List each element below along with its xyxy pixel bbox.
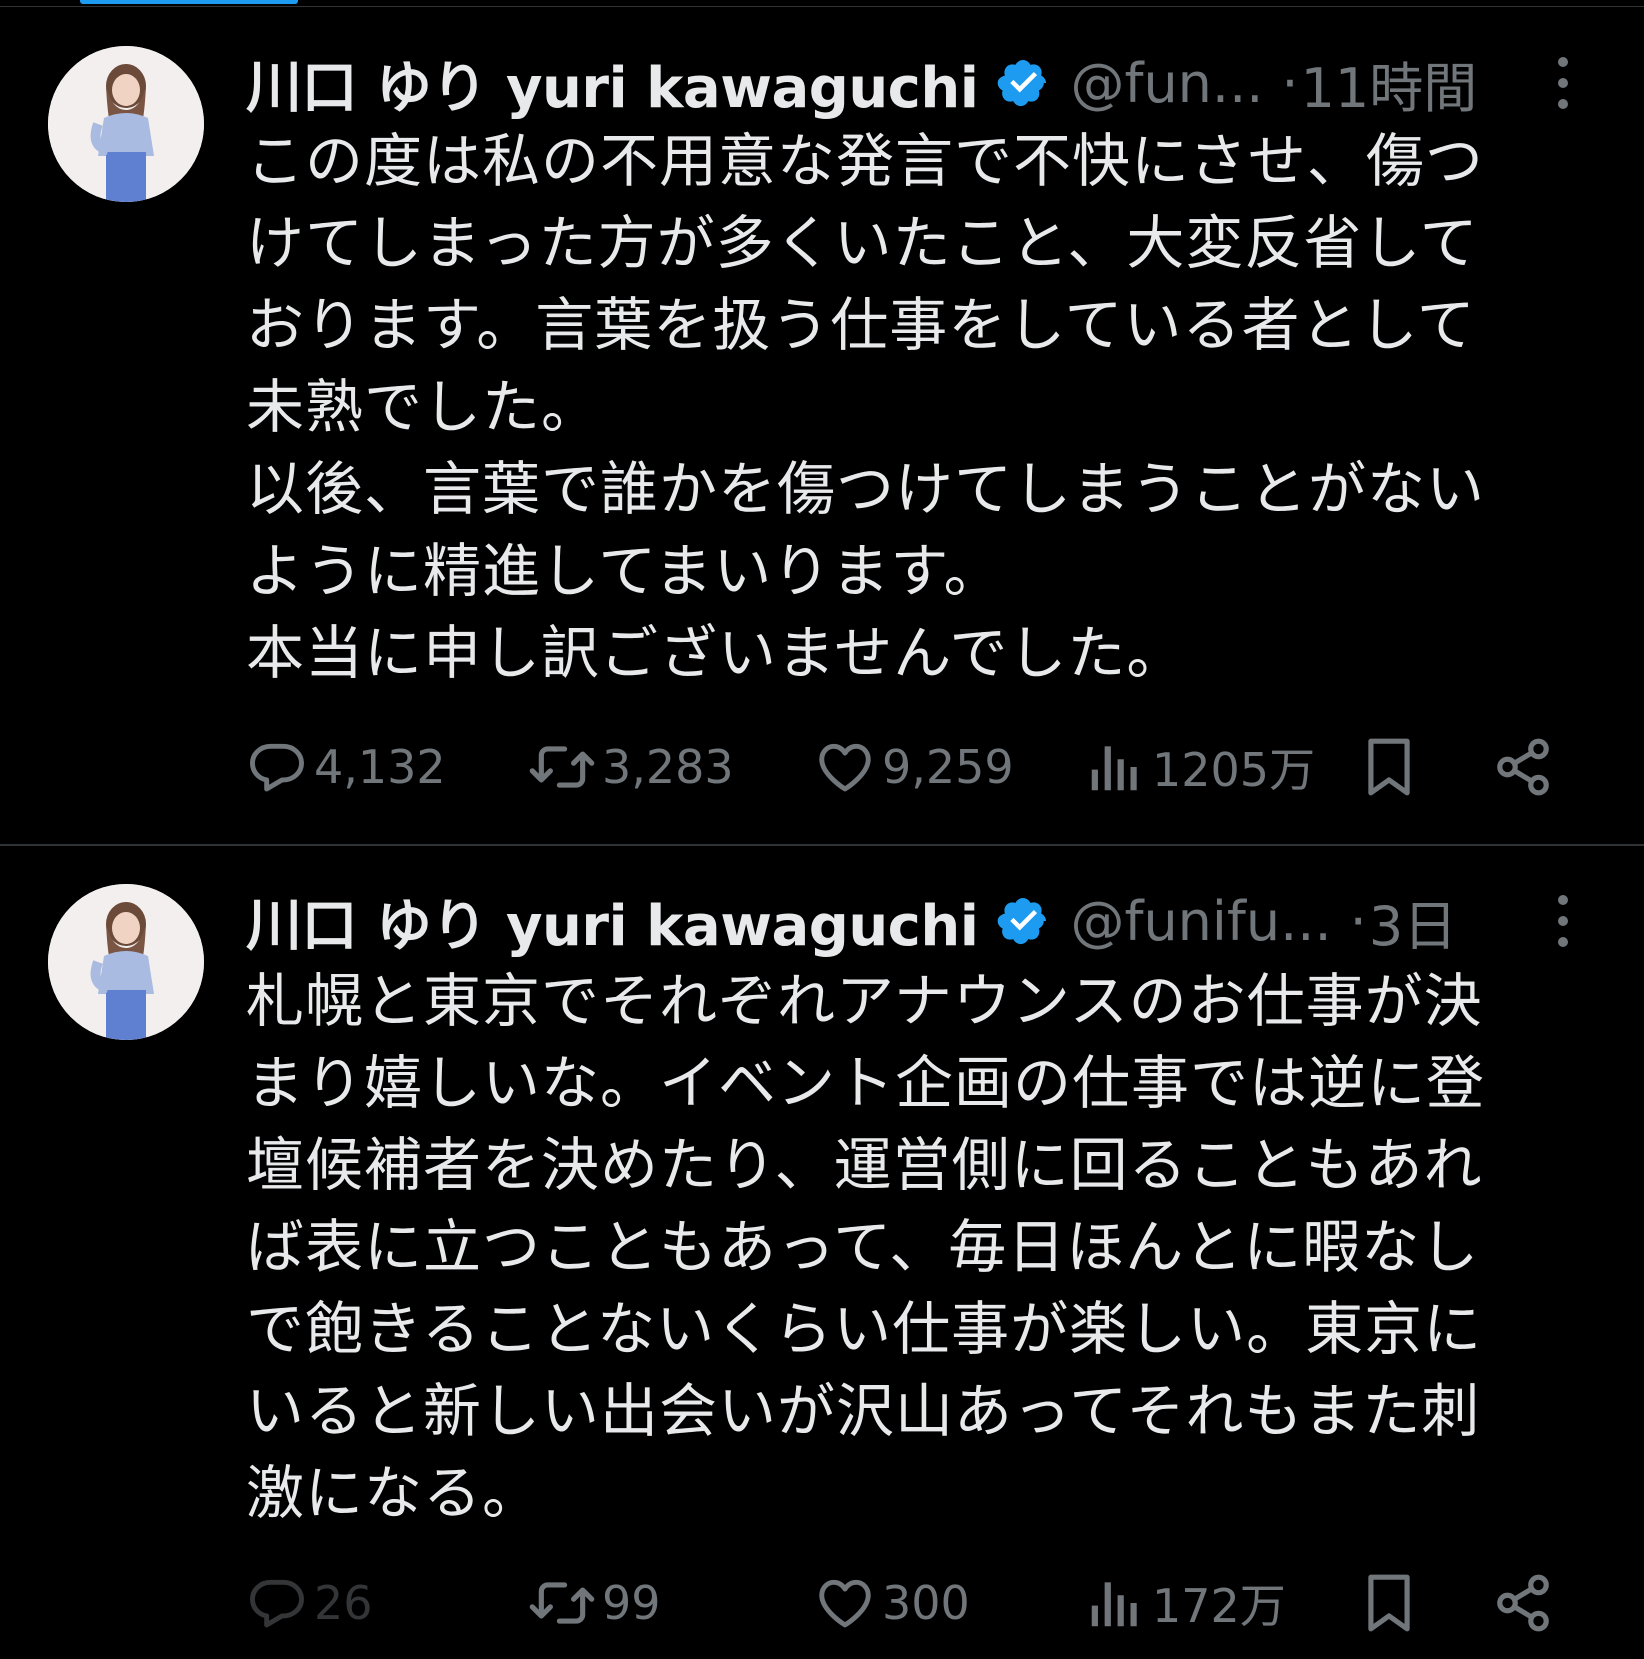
- share-button[interactable]: [1492, 1568, 1554, 1638]
- more-vertical-icon[interactable]: [1548, 886, 1578, 956]
- like-count: 9,259: [882, 740, 1014, 794]
- display-name[interactable]: 川口 ゆり yuri kawaguchi: [246, 881, 979, 962]
- separator-dot: ·: [1281, 51, 1299, 115]
- reply-count: 4,132: [314, 740, 446, 794]
- verified-badge-icon: [998, 59, 1047, 107]
- views-button[interactable]: 1205万: [1084, 732, 1315, 802]
- handle[interactable]: @funifu...: [1070, 890, 1331, 953]
- tweet-text-line: この度は私の不用意な発言で不快にさせ、傷つ: [246, 127, 1484, 195]
- tweet-text-line: けてしまった方が多くいたこと、大変反省して: [246, 209, 1479, 277]
- reply-icon: [250, 743, 304, 792]
- top-divider: [0, 6, 1644, 7]
- timestamp[interactable]: 3日: [1369, 882, 1457, 961]
- tab-indicator: [80, 0, 298, 4]
- tweet-text: この度は私の不用意な発言で不快にさせ、傷つ けてしまった方が多くいたこと、大変反…: [246, 120, 1581, 694]
- bookmark-icon: [1368, 1574, 1410, 1632]
- avatar-image: [48, 46, 204, 202]
- share-button[interactable]: [1492, 732, 1554, 802]
- more-vertical-icon[interactable]: [1548, 48, 1578, 118]
- separator-dot: ·: [1349, 889, 1367, 953]
- reply-icon: [250, 1579, 304, 1628]
- retweet-icon: [529, 746, 595, 788]
- bookmark-icon: [1368, 738, 1410, 796]
- tweet-actions: 26 99 300 172万: [246, 1568, 1586, 1638]
- views-count: 172万: [1152, 1579, 1286, 1633]
- avatar[interactable]: [48, 46, 204, 202]
- views-button[interactable]: 172万: [1084, 1568, 1286, 1638]
- like-button[interactable]: 9,259: [814, 732, 1014, 802]
- handle[interactable]: @fun...: [1070, 52, 1263, 115]
- bookmark-button[interactable]: [1358, 1568, 1420, 1638]
- tweet-text-line: ように精進してまいります。: [246, 537, 1003, 605]
- tweet-header: 川口 ゆり yuri kawaguchi @funifu... · 3日: [246, 876, 1576, 966]
- share-icon: [1497, 738, 1549, 796]
- tweet-text-line: で飽きることないくらい仕事が楽しい。東京に: [246, 1295, 1483, 1363]
- like-count: 300: [882, 1576, 970, 1630]
- tweet-header: 川口 ゆり yuri kawaguchi @fun... · 11時間: [246, 38, 1576, 128]
- views-chart-icon: [1091, 746, 1137, 791]
- tweet-text-line: 激になる。: [246, 1459, 542, 1527]
- tweet-actions: 4,132 3,283 9,259 1205万: [246, 732, 1586, 802]
- avatar-image: [48, 884, 204, 1040]
- retweet-count: 99: [602, 1576, 661, 1630]
- retweet-button[interactable]: 99: [528, 1568, 661, 1638]
- views-count: 1205万: [1152, 743, 1316, 797]
- reply-button[interactable]: 26: [246, 1568, 373, 1638]
- verified-badge-icon: [998, 897, 1047, 945]
- retweet-button[interactable]: 3,283: [528, 732, 734, 802]
- tweet-text-line: いると新しい出会いが沢山あってそれもまた刺: [246, 1377, 1481, 1445]
- views-chart-icon: [1091, 1582, 1137, 1627]
- tweet-text-line: 未熟でした。: [246, 373, 601, 441]
- tweet-text: 札幌と東京でそれぞれアナウンスのお仕事が決 まり嬉しいな。イベント企画の仕事では…: [246, 960, 1581, 1534]
- retweet-icon: [529, 1582, 595, 1624]
- avatar[interactable]: [48, 884, 204, 1040]
- reply-count: 26: [314, 1576, 373, 1630]
- tweet-text-line: ば表に立つこともあって、毎日ほんとに暇なし: [246, 1213, 1480, 1281]
- like-button[interactable]: 300: [814, 1568, 970, 1638]
- heart-icon: [819, 743, 871, 792]
- reply-button[interactable]: 4,132: [246, 732, 446, 802]
- timestamp[interactable]: 11時間: [1301, 44, 1478, 123]
- retweet-count: 3,283: [602, 740, 734, 794]
- tweet[interactable]: 川口 ゆり yuri kawaguchi @fun... · 11時間 この度は…: [0, 8, 1644, 844]
- share-icon: [1497, 1574, 1549, 1632]
- bookmark-button[interactable]: [1358, 732, 1420, 802]
- tweet-text-line: 壇候補者を決めたり、運営側に回ることもあれ: [246, 1131, 1483, 1199]
- tweet-text-line: まり嬉しいな。イベント企画の仕事では逆に登: [246, 1049, 1486, 1117]
- display-name[interactable]: 川口 ゆり yuri kawaguchi: [246, 43, 979, 124]
- heart-icon: [819, 1579, 871, 1628]
- tweet-text-line: 以後、言葉で誰かを傷つけてしまうことがない: [246, 455, 1486, 523]
- tweet[interactable]: 川口 ゆり yuri kawaguchi @funifu... · 3日 札幌と…: [0, 846, 1644, 1659]
- tweet-text-line: おります。言葉を扱う仕事をしている者として: [246, 291, 1476, 359]
- tweet-text-line: 札幌と東京でそれぞれアナウンスのお仕事が決: [246, 967, 1483, 1035]
- tweet-text-line: 本当に申し訳ございませんでした。: [246, 619, 1186, 687]
